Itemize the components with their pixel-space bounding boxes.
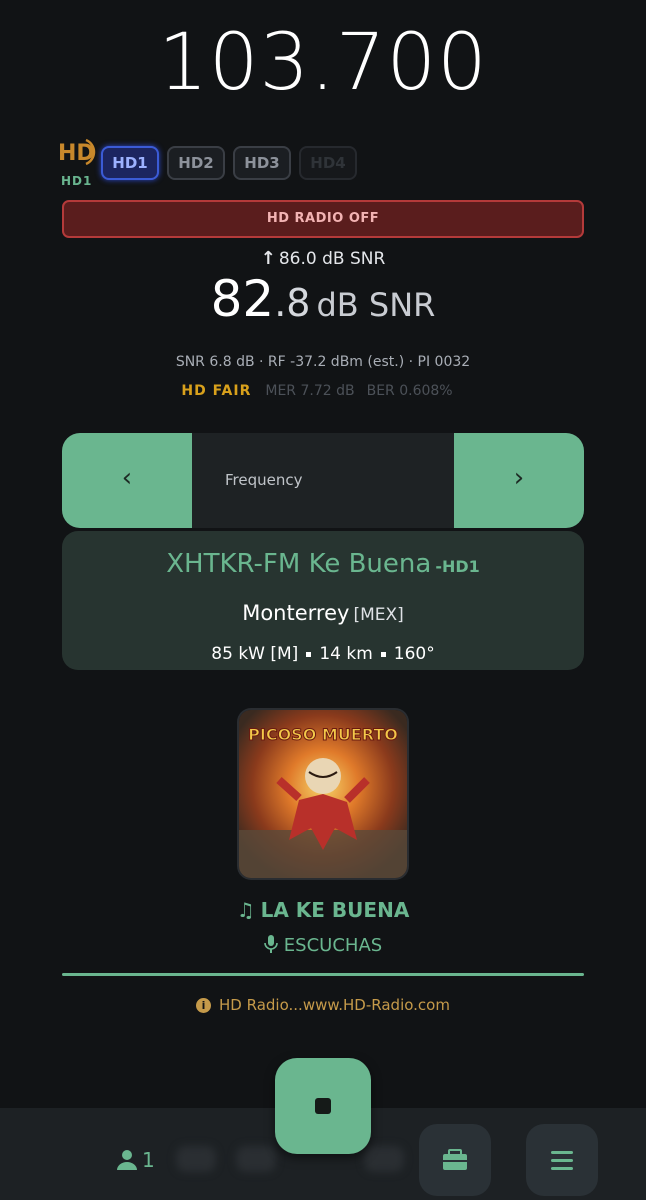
frequency-tuner: ‹ Frequency ›: [62, 433, 584, 528]
microphone-icon: [263, 935, 278, 953]
hd2-button[interactable]: HD2: [167, 146, 225, 180]
song-title: ♫ LA KE BUENA: [0, 898, 646, 922]
station-location: Monterrey [MEX]: [62, 601, 584, 625]
hamburger-menu-icon: [551, 1151, 573, 1170]
user-icon: [117, 1150, 137, 1170]
tx-power: 85 kW [M]: [211, 644, 299, 664]
transmitter-info: 85 kW [M] 14 km 160°: [62, 644, 584, 664]
peak-snr: ↑ 86.0 dB SNR: [0, 248, 646, 269]
chevron-right-icon: ›: [513, 463, 525, 493]
station-card: XHTKR-FM Ke Buena -HD1 Monterrey [MEX] 85 …: [62, 531, 584, 670]
blurred-control: [176, 1146, 216, 1172]
station-country: [MEX]: [353, 605, 404, 625]
hd-logo-label: HD1: [61, 174, 93, 188]
tuner-label: Frequency: [225, 471, 303, 489]
blurred-control: [236, 1146, 276, 1172]
ber-value: BER 0.608%: [366, 383, 453, 399]
hd-quality-row: HD FAIR MER 7.72 dB BER 0.608%: [0, 383, 646, 399]
signal-stats: SNR 6.8 dB · RF -37.2 dBm (est.) · PI 00…: [175, 354, 471, 370]
tune-up-button[interactable]: ›: [454, 433, 584, 528]
snr-unit: dB SNR: [316, 286, 436, 324]
station-city: Monterrey: [242, 601, 350, 625]
hd-status-banner: HD RADIO OFF: [62, 200, 584, 238]
snr-decimal: .8: [274, 281, 311, 325]
artist-line: ESCUCHAS: [0, 935, 646, 956]
stop-icon: [315, 1098, 331, 1114]
tune-down-button[interactable]: ‹: [62, 433, 192, 528]
stop-button[interactable]: [275, 1058, 371, 1154]
snr-readout: 82.8 dB SNR: [0, 270, 646, 328]
mer-value: MER 7.72 dB: [265, 383, 355, 399]
song-title-text: LA KE BUENA: [260, 898, 410, 922]
hd-radio-logo: HD HD1: [58, 134, 98, 188]
snr-integer: 82: [210, 270, 275, 328]
music-note-icon: ♫: [236, 898, 255, 922]
hd-info-text: i HD Radio...www.HD-Radio.com: [0, 996, 646, 1014]
hd3-button[interactable]: HD3: [233, 146, 291, 180]
tx-bearing: 160°: [393, 644, 435, 664]
frequency-display: 103.700: [158, 18, 488, 108]
artist-text: ESCUCHAS: [283, 935, 383, 956]
station-hd-suffix: -HD1: [435, 557, 480, 576]
toolbox-button[interactable]: [419, 1124, 491, 1196]
info-icon: i: [196, 998, 212, 1013]
blurred-control: [364, 1146, 404, 1172]
peak-snr-value: 86.0 dB SNR: [278, 249, 386, 269]
separator-dot: [380, 651, 386, 657]
chevron-left-icon: ‹: [121, 463, 133, 493]
progress-divider: [62, 973, 584, 976]
album-art: PICOSO MUERTO: [239, 710, 407, 878]
hd4-button[interactable]: HD4: [299, 146, 357, 180]
tx-distance: 14 km: [319, 644, 373, 664]
hd-info-text-value: HD Radio...www.HD-Radio.com: [219, 996, 450, 1014]
album-art-title: PICOSO MUERTO: [248, 725, 398, 744]
station-name-row: XHTKR-FM Ke Buena -HD1: [62, 549, 584, 579]
arrow-up-icon: ↑: [260, 248, 276, 269]
listener-count-value: 1: [142, 1148, 155, 1172]
separator-dot: [306, 651, 312, 657]
hd1-button[interactable]: HD1: [101, 146, 159, 180]
listener-count[interactable]: 1: [116, 1148, 155, 1172]
hd-quality: HD FAIR: [181, 383, 252, 399]
toolbox-icon: [443, 1149, 467, 1170]
menu-button[interactable]: [526, 1124, 598, 1196]
station-name: XHTKR-FM Ke Buena: [166, 549, 432, 579]
hd-logo-icon: HD: [58, 138, 96, 166]
